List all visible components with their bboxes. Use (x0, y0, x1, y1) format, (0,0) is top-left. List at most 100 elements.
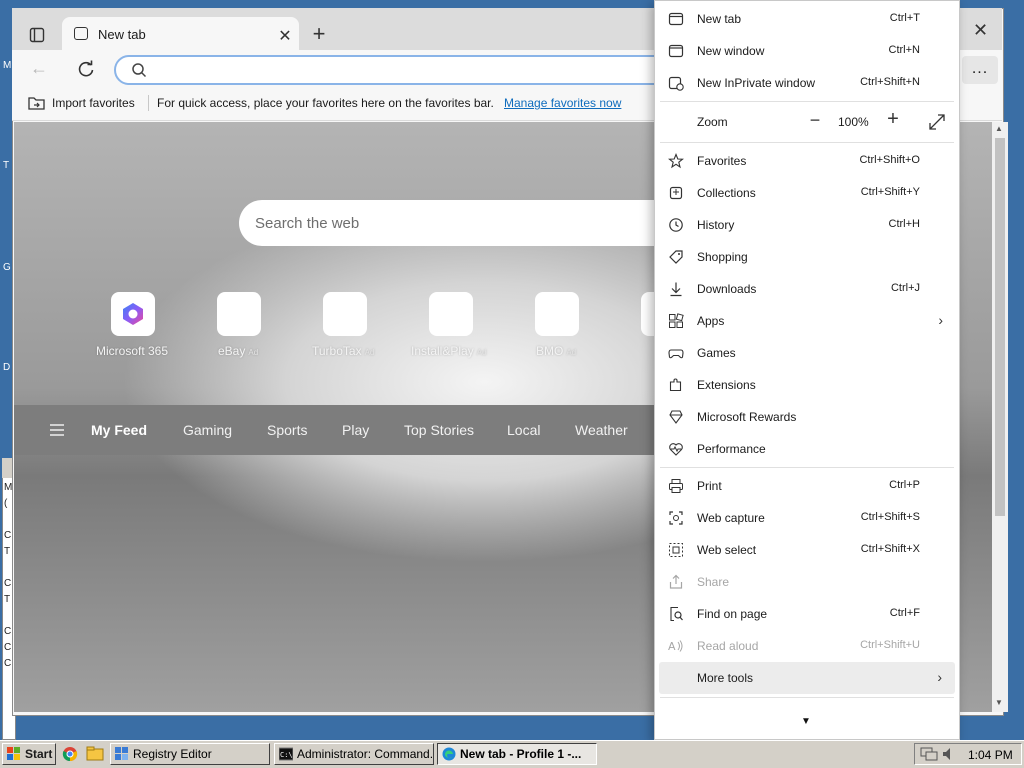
quick-link-label: BMO Ad (536, 344, 577, 358)
new-tab-page-icon (74, 27, 88, 40)
menu-item-web-capture[interactable]: Web capture Ctrl+Shift+S (654, 502, 960, 534)
quick-link-turbotax[interactable] (323, 292, 367, 336)
chrome-quicklaunch-icon[interactable] (62, 746, 78, 765)
ad-badge: Ad (476, 348, 487, 357)
menu-item-microsoft-rewards[interactable]: Microsoft Rewards (654, 401, 960, 433)
menu-item-downloads[interactable]: Downloads Ctrl+J (654, 273, 960, 305)
hamburger-menu-icon[interactable] (50, 424, 64, 439)
zoom-out-button[interactable]: − (806, 110, 824, 131)
zoom-label: Zoom (697, 115, 728, 129)
workspaces-button[interactable] (22, 22, 52, 48)
desktop-icon-label[interactable]: D (3, 362, 10, 373)
zoom-value: 100% (838, 115, 869, 129)
start-button[interactable]: Start (2, 743, 56, 765)
menu-item-shortcut: Ctrl+N (888, 44, 920, 56)
desktop-icon-label[interactable]: T (3, 160, 9, 171)
favorites-star-icon (668, 153, 684, 169)
feed-tab-sports[interactable]: Sports (267, 422, 307, 438)
menu-item-games[interactable]: Games (654, 337, 960, 369)
menu-item-shopping[interactable]: Shopping (654, 241, 960, 273)
menu-separator (660, 697, 954, 698)
menu-item-new-inprivate-window[interactable]: New InPrivate window Ctrl+Shift+N (654, 67, 960, 99)
expand-menu-icon[interactable]: ▼ (801, 716, 811, 727)
window-close-icon[interactable]: ✕ (973, 20, 988, 41)
collections-icon (669, 186, 683, 200)
menu-item-performance[interactable]: Performance (654, 433, 960, 465)
svg-text:C:\: C:\ (280, 751, 293, 759)
menu-item-shortcut: Ctrl+T (889, 12, 920, 24)
history-icon (669, 218, 683, 232)
quick-link-partial[interactable] (641, 292, 654, 336)
menu-item-history[interactable]: History Ctrl+H (654, 209, 960, 241)
volume-icon[interactable] (942, 746, 956, 765)
zoom-in-button[interactable]: + (884, 108, 902, 131)
manage-favorites-link[interactable]: Manage favorites now (504, 96, 621, 110)
menu-item-shortcut: Ctrl+F (889, 607, 920, 619)
network-icon[interactable] (920, 746, 938, 765)
menu-item-label: More tools (697, 671, 754, 685)
scrollbar-thumb[interactable] (995, 138, 1005, 516)
menu-item-label: Microsoft Rewards (697, 410, 797, 424)
menu-item-shortcut: Ctrl+P (889, 479, 920, 491)
menu-item-more-tools[interactable]: More tools › (659, 662, 955, 694)
chevron-right-icon: › (938, 312, 943, 328)
feed-tab-weather[interactable]: Weather (575, 422, 628, 438)
menu-item-find-on-page[interactable]: Find on page Ctrl+F (654, 598, 960, 630)
desktop-icon-label[interactable]: G (3, 262, 11, 273)
menu-item-new-tab[interactable]: New tab Ctrl+T (654, 3, 960, 35)
favorites-bar-message: For quick access, place your favorites h… (157, 96, 494, 110)
menu-item-apps[interactable]: Apps › (654, 305, 960, 337)
quick-link-ebay[interactable] (217, 292, 261, 336)
scroll-up-icon[interactable]: ▲ (995, 124, 1003, 133)
explorer-quicklaunch-icon[interactable] (86, 746, 104, 765)
quick-link-install-play[interactable] (429, 292, 473, 336)
quick-link-microsoft-365[interactable] (111, 292, 155, 336)
feed-tab-play[interactable]: Play (342, 422, 369, 438)
quick-link-label: eBay Ad (218, 344, 259, 358)
menu-item-extensions[interactable]: Extensions (654, 369, 960, 401)
feed-tab-gaming[interactable]: Gaming (183, 422, 232, 438)
menu-item-label: Find on page (697, 607, 768, 621)
more-options-button[interactable]: ... (962, 56, 998, 84)
feed-tab-local[interactable]: Local (507, 422, 540, 438)
menu-item-label: New window (697, 44, 765, 58)
taskbar-button-command-prompt[interactable]: C:\ Administrator: Command... (274, 743, 434, 765)
back-arrow-icon[interactable]: ← (30, 58, 48, 79)
plus-icon[interactable]: + (308, 22, 330, 46)
registry-editor-icon (115, 747, 128, 760)
quick-link-label: Install&Play Ad (411, 344, 487, 358)
feed-tab-top-stories[interactable]: Top Stories (404, 422, 474, 438)
inprivate-icon (668, 76, 684, 91)
menu-item-shortcut: Ctrl+Shift+N (860, 76, 920, 88)
desktop-icon-label[interactable]: M (3, 60, 11, 71)
refresh-icon[interactable] (76, 59, 96, 79)
import-favorites-button[interactable]: Import favorites (52, 96, 135, 110)
menu-item-label: Web capture (697, 511, 765, 525)
shopping-tag-icon (669, 250, 683, 264)
menu-item-print[interactable]: Print Ctrl+P (654, 470, 960, 502)
svg-text:A: A (668, 640, 676, 653)
fullscreen-icon[interactable] (928, 113, 946, 131)
taskbar-button-edge[interactable]: New tab - Profile 1 -... (437, 743, 597, 765)
menu-item-read-aloud[interactable]: A Read aloud Ctrl+Shift+U (654, 630, 960, 662)
address-bar[interactable] (114, 55, 674, 85)
feed-tab-my-feed[interactable]: My Feed (91, 422, 147, 438)
print-icon (669, 479, 683, 493)
menu-item-favorites[interactable]: Favorites Ctrl+Shift+O (654, 145, 960, 177)
new-tab-icon (668, 12, 684, 26)
menu-item-shortcut: Ctrl+H (888, 218, 920, 230)
bg-text: C (4, 626, 12, 637)
quick-link-bmo[interactable] (535, 292, 579, 336)
search-icon (131, 62, 147, 81)
taskbar-button-registry-editor[interactable]: Registry Editor (110, 743, 270, 765)
menu-item-new-window[interactable]: New window Ctrl+N (654, 35, 960, 67)
menu-item-share[interactable]: Share (654, 566, 960, 598)
menu-item-collections[interactable]: Collections Ctrl+Shift+Y (654, 177, 960, 209)
menu-item-label: New tab (697, 12, 742, 26)
scroll-down-icon[interactable]: ▼ (995, 698, 1003, 707)
ad-badge: Ad (364, 348, 375, 357)
close-icon[interactable]: ✕ (278, 26, 292, 46)
menu-item-web-select[interactable]: Web select Ctrl+Shift+X (654, 534, 960, 566)
menu-item-label: Downloads (697, 282, 757, 296)
menu-item-shortcut: Ctrl+Shift+U (860, 639, 920, 651)
